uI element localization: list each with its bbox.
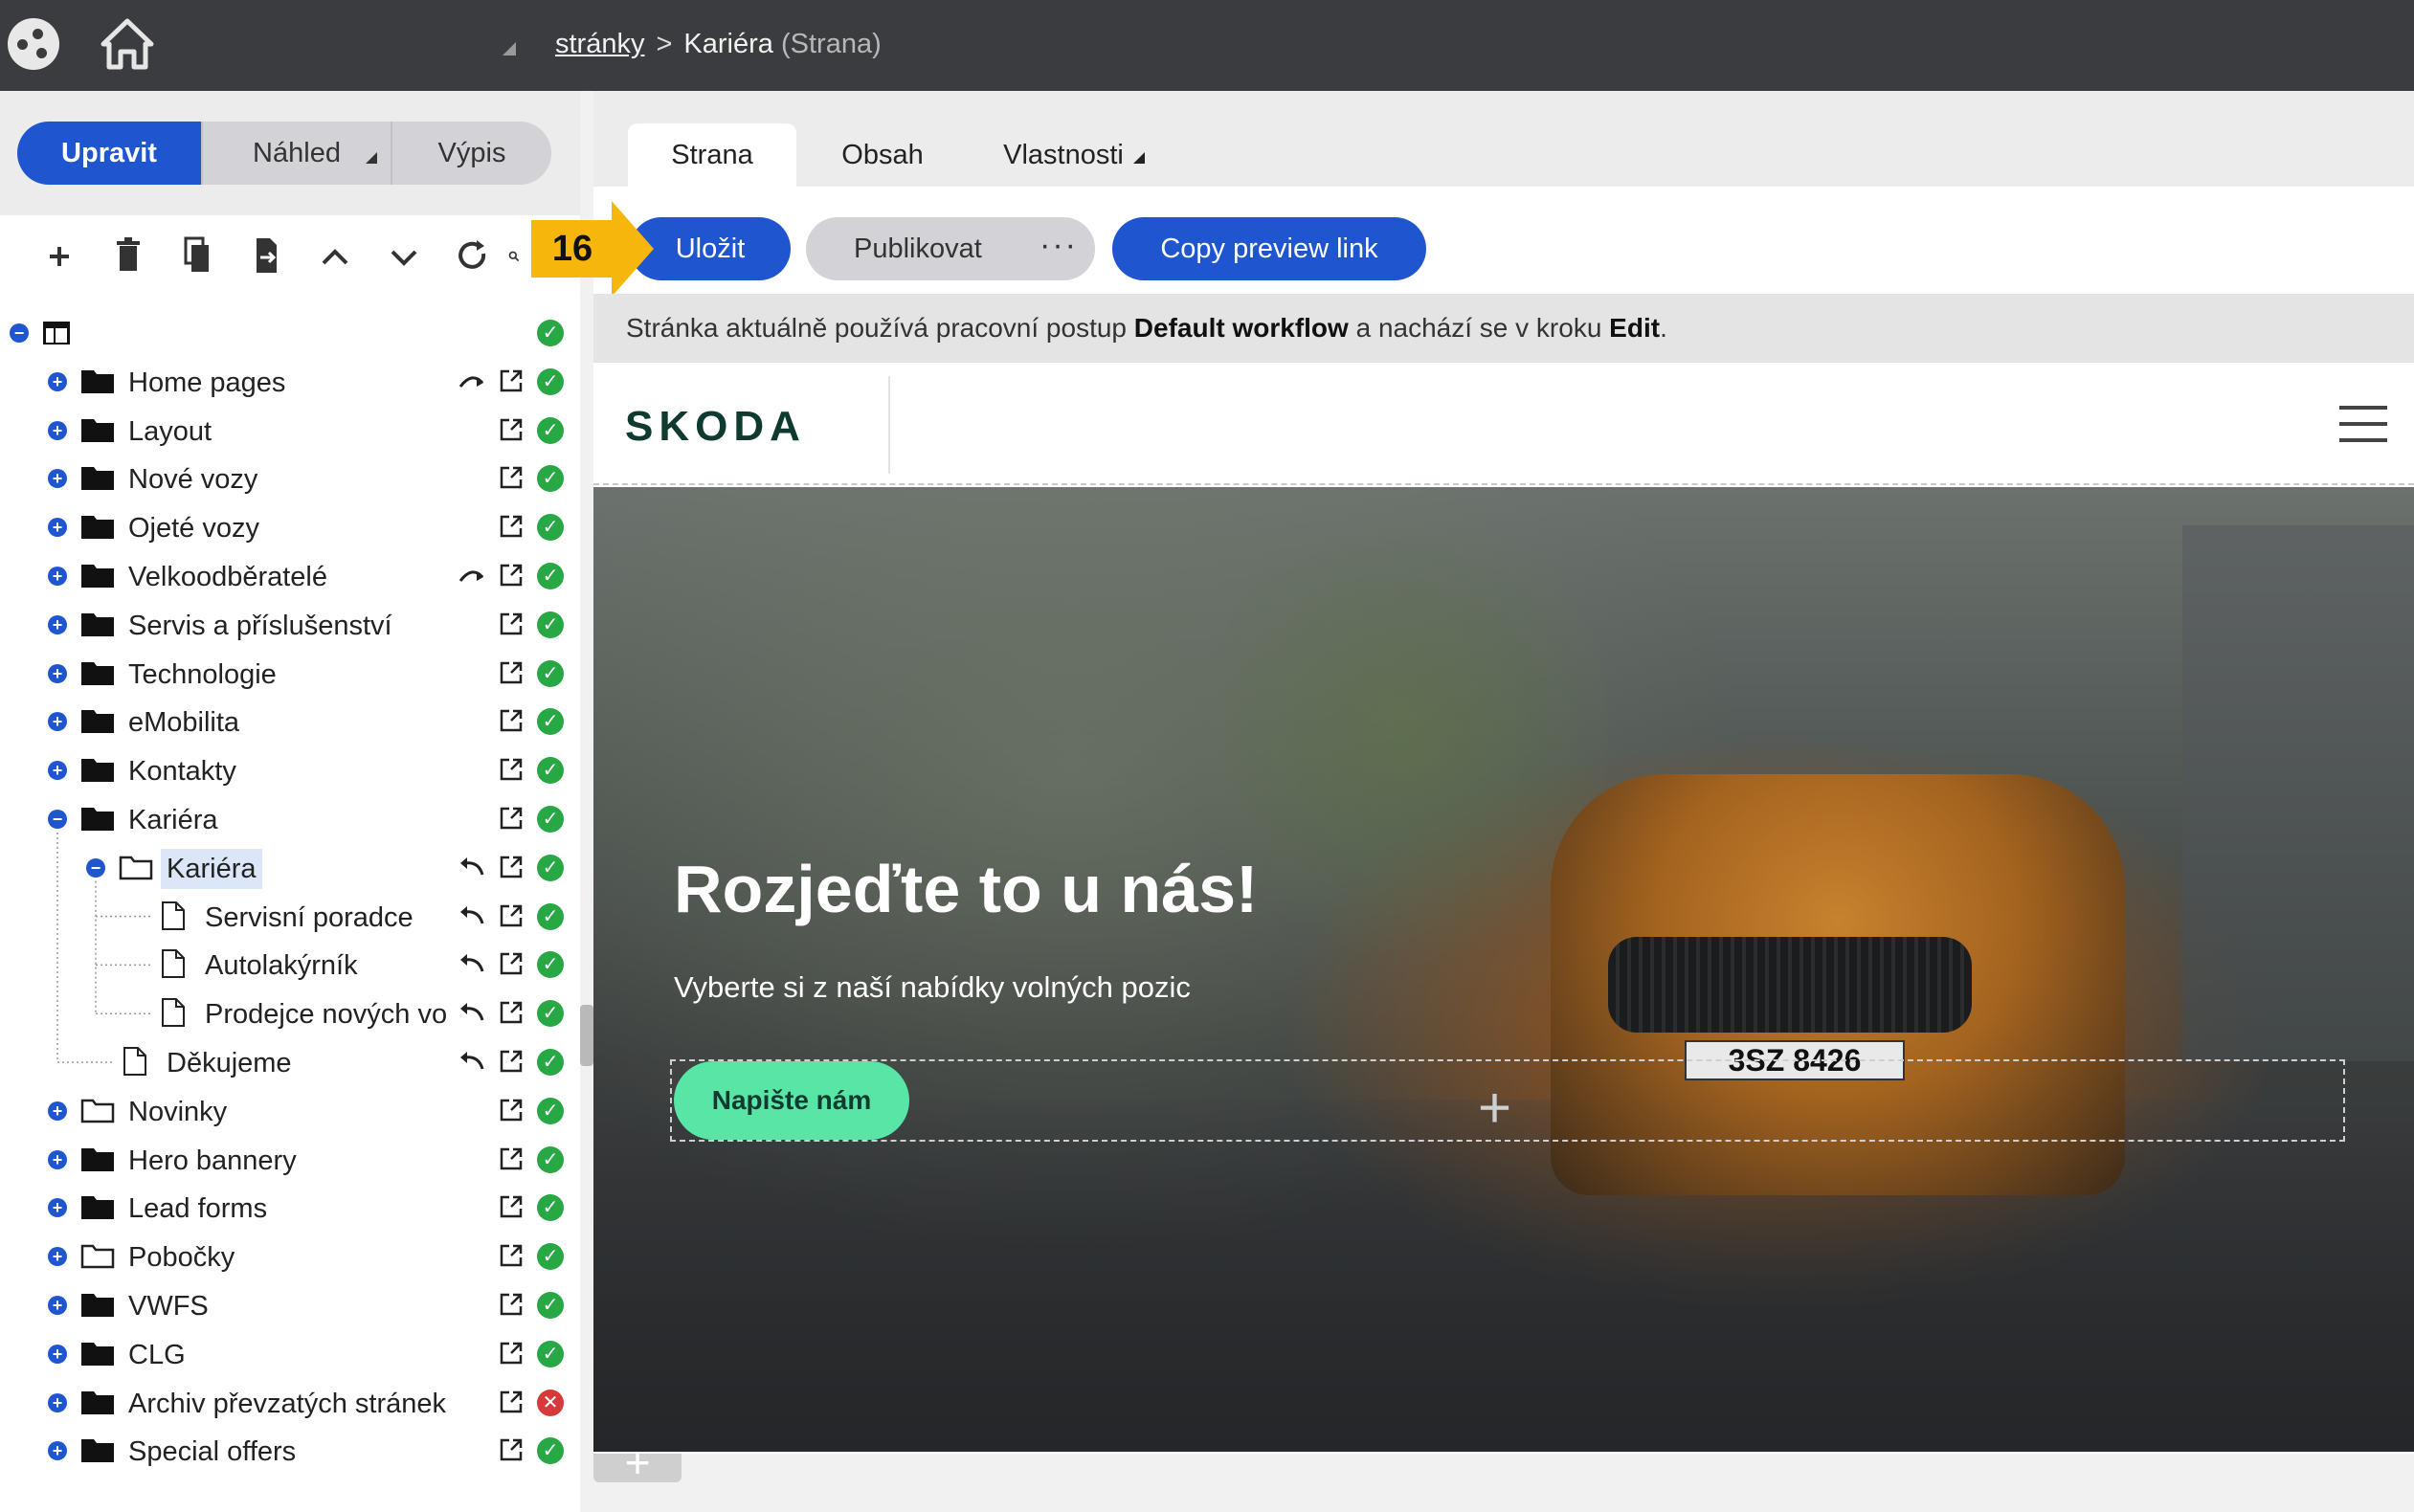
workflow-info-suffix: . [1660,313,1667,343]
step-marker: 16 [531,201,656,297]
copy-icon[interactable] [163,233,232,280]
step-marker-number: 16 [531,220,614,278]
workflow-step: Edit [1609,313,1661,343]
workflow-info-prefix: Stránka aktuálně používá pracovní postup [626,313,1134,343]
hero-tree-image [1206,487,1608,985]
workflow-info: Stránka aktuálně používá pracovní postup… [593,294,2414,363]
left-panel-header: Upravit Náhled Výpis [0,91,580,215]
tabs-bar: Strana Obsah Vlastnosti [593,91,2414,187]
add-section-button[interactable]: + [593,1440,682,1484]
panel-resize-handle[interactable] [580,1005,593,1066]
hero-road-image [593,1100,2414,1452]
contact-us-button[interactable]: Napište nám [674,1061,909,1140]
chevron-down-icon[interactable] [369,233,438,280]
tab-page[interactable]: Strana [628,123,796,187]
mode-switch: Upravit Náhled Výpis [17,122,551,185]
add-block-icon[interactable]: + [1478,1075,1511,1141]
hero-subtitle[interactable]: Vyberte si z naší nabídky volných pozic [674,970,1191,1005]
hamburger-menu-icon[interactable] [2339,406,2387,442]
step-marker-arrow [612,201,654,297]
car-grille [1608,937,1972,1033]
tree-toolbar [25,233,536,280]
home-icon[interactable] [100,17,155,71]
publish-button[interactable]: Publikovat ··· [806,217,1095,280]
tab-properties[interactable]: Vlastnosti [969,123,1179,187]
hero-banner: 3SZ 8426 Rozjeďte to u nás! Vyberte si z… [593,487,2414,1452]
refresh-icon[interactable] [438,233,507,280]
site-header: SKODA [593,363,2414,485]
page-tree: − ✓ + Home pages ✓ + Layout ✓ + Nové vozy ✓ + Ojeté … [0,309,580,1476]
brand-logo[interactable]: SKODA [625,403,806,451]
app-logo-icon[interactable] [8,18,59,70]
breadcrumb-link[interactable]: stránky [555,29,644,59]
workflow-name: Default workflow [1133,313,1349,343]
hero-title[interactable]: Rozjeďte to u nás! [674,851,1258,927]
caret-icon [1132,152,1145,164]
workflow-info-middle: a nachází se v kroku [1348,313,1610,343]
top-bar: stránky > Kariéra (Strana) [0,0,2414,91]
breadcrumb-type: (Strana) [780,29,882,59]
edit-mode-button[interactable]: Upravit [17,122,201,185]
plus-icon[interactable] [25,233,94,280]
breadcrumb-current: Kariéra [683,29,773,59]
tree-connector-lines [56,833,153,1063]
export-icon[interactable] [232,233,301,280]
tab-properties-label: Vlastnosti [1003,140,1124,170]
more-options-icon[interactable]: ··· [1039,213,1078,277]
tab-content[interactable]: Obsah [796,123,969,187]
chevron-up-icon[interactable] [301,233,369,280]
header-divider [888,376,890,474]
breadcrumb: stránky > Kariéra (Strana) [555,29,882,60]
preview-mode-button[interactable]: Náhled [201,122,391,185]
breadcrumb-toggle-icon[interactable] [503,42,516,56]
list-mode-button[interactable]: Výpis [391,122,551,185]
copy-preview-link-button[interactable]: Copy preview link [1112,217,1426,280]
page-preview: SKODA 3SZ 8426 Rozjeďte to u nás! Vybert… [593,363,2414,1454]
left-panel: Upravit Náhled Výpis − ✓ + Home pages ✓ + Layo… [0,91,580,1512]
breadcrumb-separator: > [656,29,673,59]
publish-label: Publikovat [854,233,982,264]
hero-building-image [2182,525,2414,1061]
trash-icon[interactable] [94,233,163,280]
